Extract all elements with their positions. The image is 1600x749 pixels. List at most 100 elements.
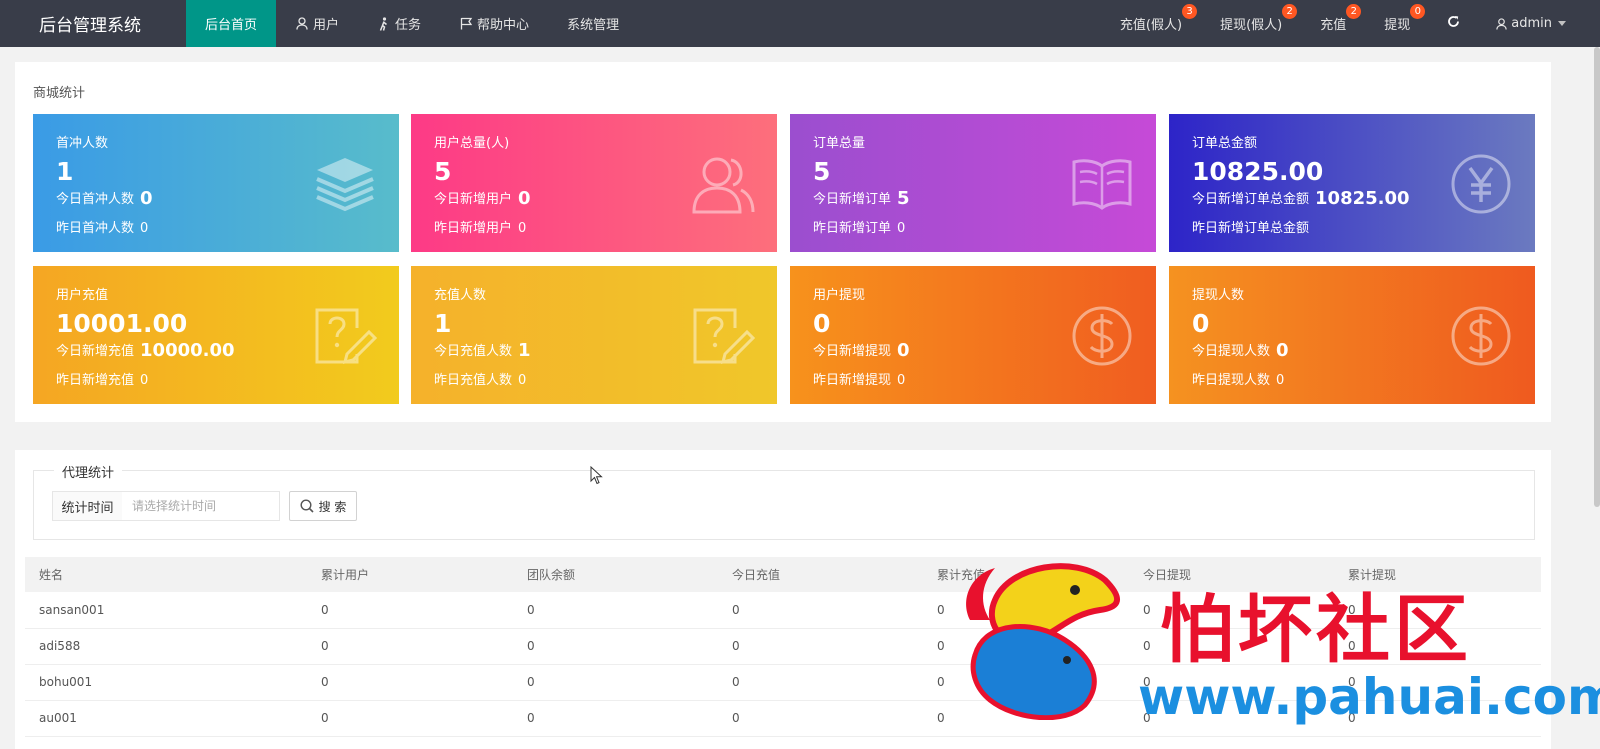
card-today: 今日充值人数 1 <box>434 340 531 361</box>
card-today: 今日新增提现 0 <box>813 340 910 361</box>
nav-item-label: 帮助中心 <box>477 18 530 33</box>
stat-card-user-withdraw: 用户提现 0 今日新增提现 0 昨日新增提现 0 <box>790 266 1156 404</box>
card-value: 5 <box>813 157 831 186</box>
card-value: 5 <box>434 157 452 186</box>
withdraw-link[interactable]: 提现 0 <box>1365 0 1429 47</box>
main-nav: 后台首页 用户 任务 帮助中心 系统管理 <box>186 0 638 47</box>
walk-icon <box>377 16 391 31</box>
card-value: 10001.00 <box>56 309 188 338</box>
card-value: 0 <box>813 309 831 338</box>
stat-card-total-users: 用户总量(人) 5 今日新增用户 0 昨日新增用户 0 <box>411 114 777 252</box>
search-button[interactable]: 搜 索 <box>289 491 357 521</box>
card-title: 订单总量 <box>813 136 866 151</box>
fake-withdraw-link[interactable]: 提现(假人) 2 <box>1201 0 1301 47</box>
filter-fieldset: 代理统计 统计时间 搜 索 <box>33 462 1535 540</box>
cell: 0 <box>513 664 718 701</box>
fake-recharge-link[interactable]: 充值(假人) 3 <box>1101 0 1201 47</box>
card-today: 今日首冲人数 0 <box>56 188 153 209</box>
cell: adi588 <box>25 628 307 665</box>
question-note-icon <box>693 308 755 365</box>
refresh-icon <box>1447 15 1460 32</box>
username: admin <box>1511 16 1552 31</box>
chevron-down-icon <box>1558 21 1566 26</box>
user-menu[interactable]: admin <box>1477 0 1600 47</box>
nav-item-home[interactable]: 后台首页 <box>186 0 277 47</box>
card-title: 首冲人数 <box>56 136 109 151</box>
nav-item-help[interactable]: 帮助中心 <box>440 0 548 47</box>
link-label: 提现(假人) <box>1220 18 1283 33</box>
col-header: 姓名 <box>25 557 307 592</box>
stat-card-recharge-users: 充值人数 1 今日充值人数 1 昨日充值人数 0 <box>411 266 777 404</box>
search-icon <box>300 499 314 513</box>
count-badge: 0 <box>1410 4 1426 19</box>
cell: 0 <box>307 664 513 701</box>
card-today: 今日新增订单 5 <box>813 188 910 209</box>
nav-item-system[interactable]: 系统管理 <box>548 0 638 47</box>
nav-item-tasks[interactable]: 任务 <box>358 0 440 47</box>
card-today: 今日新增用户 0 <box>434 188 531 209</box>
cell: 0 <box>513 700 718 737</box>
card-yesterday: 昨日充值人数 0 <box>434 373 527 388</box>
stat-time-input[interactable] <box>122 491 280 521</box>
card-yesterday: 昨日新增订单总金额 <box>1192 221 1310 236</box>
flag-icon <box>459 17 473 31</box>
cell: 0 <box>307 592 513 629</box>
cell: 0 <box>513 592 718 629</box>
cell: 0 <box>513 628 718 665</box>
stat-card-user-recharge: 用户充值 10001.00 今日新增充值 10000.00 昨日新增充值 0 <box>33 266 399 404</box>
stat-card-first-recharge: 首冲人数 1 今日首冲人数 0 昨日首冲人数 0 <box>33 114 399 252</box>
user-icon <box>1496 17 1507 30</box>
mouse-cursor-icon <box>590 466 603 485</box>
cell: 0 <box>718 664 923 701</box>
card-title: 提现人数 <box>1192 288 1245 303</box>
card-yesterday: 昨日新增提现 0 <box>813 373 906 388</box>
mall-stats-panel: 商城统计 首冲人数 1 今日首冲人数 0 昨日首冲人数 0 用户总量(人) 5 今日… <box>15 62 1551 422</box>
user-icon <box>295 17 309 31</box>
layers-icon <box>316 158 374 212</box>
watermark-url: www.pahuai.com <box>1138 668 1600 726</box>
card-yesterday: 昨日首冲人数 0 <box>56 221 149 236</box>
fieldset-legend: 代理统计 <box>54 462 123 481</box>
card-title: 用户总量(人) <box>434 136 510 151</box>
link-label: 充值 <box>1320 18 1347 33</box>
link-label: 充值(假人) <box>1119 18 1183 33</box>
card-title: 订单总金额 <box>1192 136 1258 151</box>
page-scrollbar[interactable] <box>1594 47 1600 507</box>
count-badge: 2 <box>1346 4 1362 19</box>
card-today: 今日新增充值 10000.00 <box>56 340 235 361</box>
search-label: 搜 索 <box>318 499 347 514</box>
card-yesterday: 昨日新增订单 0 <box>813 221 906 236</box>
nav-item-label: 用户 <box>313 18 340 33</box>
question-note-icon <box>315 308 377 365</box>
stat-card-withdraw-users: 提现人数 0 今日提现人数 0 昨日提现人数 0 <box>1169 266 1535 404</box>
card-title: 充值人数 <box>434 288 487 303</box>
cell: au001 <box>25 700 307 737</box>
card-today: 今日新增订单总金额 10825.00 <box>1192 188 1410 209</box>
brand-title: 后台管理系统 <box>39 16 141 36</box>
recharge-link[interactable]: 充值 2 <box>1301 0 1365 47</box>
book-icon <box>1072 159 1132 210</box>
col-header: 累计用户 <box>307 557 513 592</box>
dollar-icon <box>1451 306 1511 366</box>
refresh-button[interactable] <box>1429 0 1477 47</box>
filter-label: 统计时间 <box>52 491 123 521</box>
count-badge: 3 <box>1182 4 1198 19</box>
card-value: 1 <box>56 157 74 186</box>
cell: 0 <box>307 700 513 737</box>
top-navbar: 后台管理系统 后台首页 用户 任务 帮助中心 系统管理 充值(假人) 3 提现(… <box>0 0 1600 47</box>
link-label: 提现 <box>1384 18 1411 33</box>
card-value: 0 <box>1192 309 1210 338</box>
col-header: 今日充值 <box>718 557 923 592</box>
watermark-text: 怕坏社区 <box>1160 587 1472 673</box>
cell: 0 <box>718 700 923 737</box>
watermark: 怕坏社区 www.pahuai.com <box>955 560 1600 749</box>
users-icon <box>692 157 755 214</box>
cell: sansan001 <box>25 592 307 629</box>
cell: 0 <box>307 628 513 665</box>
nav-item-label: 后台首页 <box>205 18 258 33</box>
panel-title: 商城统计 <box>33 86 86 101</box>
nav-item-users[interactable]: 用户 <box>276 0 358 47</box>
card-yesterday: 昨日提现人数 0 <box>1192 373 1285 388</box>
card-today: 今日提现人数 0 <box>1192 340 1289 361</box>
card-title: 用户提现 <box>813 288 866 303</box>
